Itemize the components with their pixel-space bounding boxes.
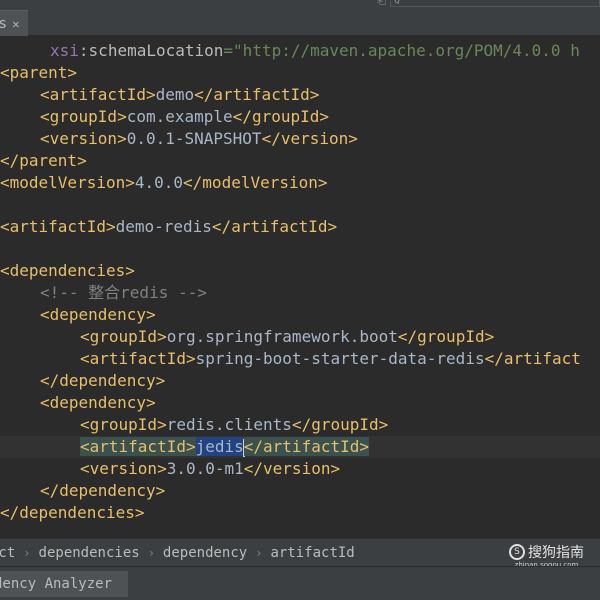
code-line: <parent> — [0, 62, 77, 84]
xml-tag: <artifactId> — [40, 85, 156, 104]
chevron-right-icon: › — [23, 545, 31, 560]
editor-tab-bar: s ✕ ⎗ Q — [0, 0, 600, 36]
xml-tag: <version> — [80, 459, 167, 478]
xml-tag: </artifactId> — [194, 85, 320, 104]
xml-tag: </version> — [261, 129, 358, 148]
breadcrumb-item-artifactid[interactable]: artifactId — [270, 545, 354, 561]
code-line: <version>0.0.1-SNAPSHOT</version> — [40, 128, 358, 150]
tab-pom-xml[interactable]: s ✕ — [0, 10, 28, 36]
code-line: <dependencies> — [0, 260, 135, 282]
code-line: <dependency> — [40, 304, 156, 326]
xml-tag: <groupId> — [80, 327, 167, 346]
xml-comment: <!-- 整合redis --> — [40, 283, 207, 302]
code-line: <dependency> — [40, 392, 156, 414]
xml-tag: <modelVersion> — [0, 173, 135, 192]
xml-text: 4.0.0 — [134, 173, 184, 192]
xml-tag: </modelVersion> — [183, 173, 328, 192]
xml-attribute-value: "http://maven.apache.org/POM/4.0.0 h — [233, 41, 580, 60]
xml-tag: </artifactId> — [211, 217, 338, 236]
close-icon[interactable]: ✕ — [12, 17, 19, 31]
code-line: <groupId>org.springframework.boot</group… — [80, 326, 494, 348]
xml-tag: </parent> — [0, 151, 87, 170]
code-line: </dependency> — [40, 480, 165, 502]
code-line: <artifactId>demo</artifactId> — [40, 84, 319, 106]
xml-text: redis.clients — [166, 415, 292, 434]
xml-tag: </groupId> — [291, 415, 389, 434]
xml-text: 0.0.1-SNAPSHOT — [126, 129, 262, 148]
code-line: xsi:schemaLocation="http://maven.apache.… — [50, 40, 580, 62]
code-line: <groupId>redis.clients</groupId> — [80, 414, 388, 436]
xml-namespace: xsi — [50, 41, 79, 60]
xml-text: org.springframework.boot — [166, 327, 398, 346]
code-line: <artifactId>spring-boot-starter-data-red… — [80, 348, 581, 370]
xml-equals: = — [223, 41, 234, 60]
breadcrumb-item-project[interactable]: ect — [0, 545, 15, 561]
code-line: <!-- 整合redis --> — [40, 282, 207, 304]
selected-text[interactable]: jedis — [195, 437, 244, 456]
tab-dependency-analyzer[interactable]: dency Analyzer — [0, 571, 128, 597]
xml-colon: : — [78, 41, 89, 60]
xml-tag: </groupId> — [397, 327, 495, 346]
xml-tag: </artifact — [484, 349, 581, 368]
xml-tag: <artifactId> — [0, 217, 116, 236]
watermark-text: 搜狗指南 — [528, 545, 584, 561]
tab-label: s — [0, 15, 7, 32]
xml-attribute: schemaLocation — [88, 41, 224, 60]
sogou-logo-icon: S — [509, 544, 525, 560]
xml-tag: <groupId> — [40, 107, 127, 126]
code-line: </dependencies> — [0, 502, 145, 524]
xml-tag: <groupId> — [80, 415, 167, 434]
xml-tag: </version> — [243, 459, 341, 478]
code-line-current: <artifactId>jedis</artifactId> — [80, 436, 369, 458]
xml-text: demo-redis — [115, 217, 212, 236]
code-line: <modelVersion>4.0.0</modelVersion> — [0, 172, 328, 194]
xml-tag: </dependency> — [40, 481, 166, 500]
watermark-main: S 搜狗指南 — [509, 542, 584, 562]
breadcrumb-item-dependencies[interactable]: dependencies — [39, 545, 140, 561]
xml-tag: <dependencies> — [0, 261, 135, 280]
toolbar-icon[interactable]: ⎗ — [377, 0, 386, 8]
xml-tag: <parent> — [0, 63, 78, 82]
code-editor[interactable]: xsi:schemaLocation="http://maven.apache.… — [0, 36, 600, 528]
xml-text: com.example — [126, 107, 233, 126]
xml-tag: <artifactId> — [80, 349, 196, 368]
watermark: S 搜狗指南 zhinan.sogou.com — [509, 542, 584, 569]
xml-tag-matched: <artifactId> — [80, 437, 196, 456]
xml-text: demo — [155, 85, 195, 104]
xml-tag: <dependency> — [40, 393, 156, 412]
code-line: </dependency> — [40, 370, 165, 392]
chevron-right-icon: › — [255, 545, 263, 560]
code-line: </parent> — [0, 150, 87, 172]
bottom-tool-bar: dency Analyzer — [0, 566, 600, 600]
code-line: <artifactId>demo-redis</artifactId> — [0, 216, 337, 238]
xml-tag: <version> — [40, 129, 127, 148]
code-line: <groupId>com.example</groupId> — [40, 106, 329, 128]
xml-tag: </dependencies> — [0, 503, 145, 522]
xml-tag: <dependency> — [40, 305, 156, 324]
search-field[interactable]: Q — [390, 0, 600, 7]
xml-text: 3.0.0-m1 — [166, 459, 244, 478]
top-right-toolbar: ⎗ Q — [377, 0, 600, 8]
breadcrumb-item-dependency[interactable]: dependency — [163, 545, 247, 561]
xml-text: spring-boot-starter-data-redis — [195, 349, 485, 368]
chevron-right-icon: › — [147, 545, 155, 560]
code-line: <version>3.0.0-m1</version> — [80, 458, 340, 480]
tab-label: dency Analyzer — [0, 576, 113, 592]
xml-tag-matched: </artifactId> — [243, 437, 369, 456]
xml-tag: </groupId> — [232, 107, 329, 126]
xml-tag: </dependency> — [40, 371, 166, 390]
